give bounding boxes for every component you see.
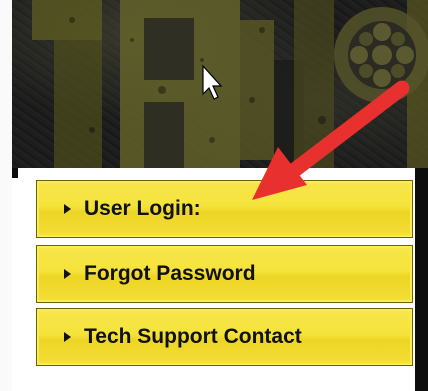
triangle-right-icon [64, 332, 71, 342]
page-left-edge [0, 0, 12, 391]
tech-support-contact-label: Tech Support Contact [84, 325, 302, 348]
triangle-right-icon [64, 204, 71, 214]
banner-logo-art [32, 0, 428, 168]
forgot-password-label: Forgot Password [84, 262, 256, 285]
user-login-button[interactable]: User Login: [36, 180, 413, 238]
triangle-right-icon [64, 269, 71, 279]
header-banner [12, 0, 428, 168]
wheel-emblem-icon [334, 7, 428, 103]
user-login-label: User Login: [84, 197, 201, 220]
forgot-password-button[interactable]: Forgot Password [36, 245, 413, 303]
tech-support-contact-button[interactable]: Tech Support Contact [36, 308, 413, 366]
banner-right-border [415, 168, 428, 391]
